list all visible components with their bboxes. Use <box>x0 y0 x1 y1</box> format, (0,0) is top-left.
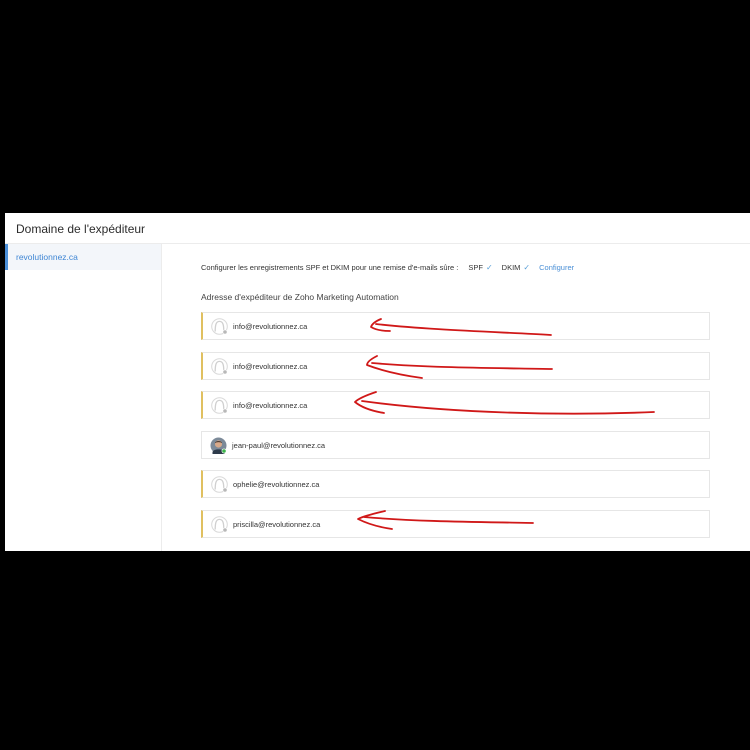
default-avatar-icon <box>211 516 228 533</box>
configure-link[interactable]: Configurer <box>539 263 574 272</box>
default-avatar-icon <box>211 476 228 493</box>
sidebar-item-revolutionnez[interactable]: revolutionnez.ca <box>5 244 161 270</box>
sender-email: priscilla@revolutionnez.ca <box>233 520 321 529</box>
spf-check-icon: ✓ <box>485 262 493 272</box>
sender-address-row[interactable]: info@revolutionnez.ca <box>201 391 710 419</box>
sender-address-section-title: Adresse d'expéditeur de Zoho Marketing A… <box>201 292 399 302</box>
user-photo-avatar <box>210 437 227 454</box>
config-description: Configurer les enregistrements SPF et DK… <box>201 262 459 272</box>
sender-email: ophelie@revolutionnez.ca <box>233 480 320 489</box>
screenshot-stage: Domaine de l'expéditeur revolutionnez.ca… <box>0 0 750 750</box>
default-avatar-icon <box>211 358 228 375</box>
spf-dkim-config-line: Configurer les enregistrements SPF et DK… <box>201 261 574 273</box>
sender-address-row[interactable]: priscilla@revolutionnez.ca <box>201 510 710 538</box>
spf-label: SPF <box>468 262 483 272</box>
sidebar-item-label: revolutionnez.ca <box>16 252 78 262</box>
sender-address-row[interactable]: info@revolutionnez.ca <box>201 312 710 340</box>
sender-email: jean-paul@revolutionnez.ca <box>232 441 326 450</box>
sender-email: info@revolutionnez.ca <box>233 401 308 410</box>
sender-domain-panel: Domaine de l'expéditeur revolutionnez.ca… <box>5 213 750 551</box>
sender-email: info@revolutionnez.ca <box>233 322 308 331</box>
default-avatar-icon <box>211 397 228 414</box>
dkim-check-icon: ✓ <box>523 262 531 272</box>
sender-address-row[interactable]: ophelie@revolutionnez.ca <box>201 470 710 498</box>
panel-header: Domaine de l'expéditeur <box>5 213 750 244</box>
dkim-label: DKIM <box>501 262 521 272</box>
sender-address-row[interactable]: jean-paul@revolutionnez.ca <box>201 431 710 459</box>
sender-email: info@revolutionnez.ca <box>233 362 308 371</box>
default-avatar-icon <box>211 318 228 335</box>
page-title: Domaine de l'expéditeur <box>16 222 146 236</box>
domain-sidebar: revolutionnez.ca <box>5 244 162 551</box>
sender-address-row[interactable]: info@revolutionnez.ca <box>201 352 710 380</box>
